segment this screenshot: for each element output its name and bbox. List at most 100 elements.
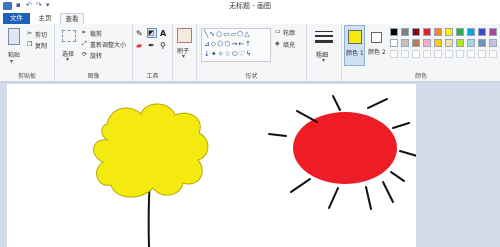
- palette-swatch[interactable]: [423, 28, 431, 36]
- tools-group: ✎ ◩ A ▰ ✒ ⚲ 工具: [133, 24, 173, 82]
- color2-swatch: [371, 32, 382, 43]
- palette-swatch[interactable]: [489, 50, 497, 58]
- palette-swatch[interactable]: [445, 39, 453, 47]
- brushes-group: 刷子 ▾: [173, 24, 197, 82]
- shapes-group-label: 形状: [245, 73, 258, 80]
- select-dropdown-icon[interactable]: ▾: [66, 56, 69, 63]
- palette-swatch[interactable]: [489, 28, 497, 36]
- palette-swatch[interactable]: [489, 39, 497, 47]
- paste-dropdown-icon[interactable]: ▾: [10, 58, 13, 65]
- color2-selector[interactable]: 颜色 2: [367, 25, 388, 66]
- tab-view[interactable]: 查看: [60, 13, 84, 24]
- outline-button[interactable]: 轮廓: [283, 28, 295, 37]
- red-sun: [293, 112, 397, 184]
- sun-ray-8: [365, 186, 372, 210]
- fill-bucket-icon[interactable]: ◩: [147, 28, 157, 38]
- palette-swatch[interactable]: [467, 50, 475, 58]
- shape-row-3-icons[interactable]: ↓✦✧☆⬭♡ϟ: [204, 50, 252, 59]
- copy-button[interactable]: 复制: [35, 41, 47, 50]
- sun-ray-1: [296, 110, 318, 123]
- image-group-label: 图像: [87, 73, 100, 80]
- select-icon[interactable]: [62, 30, 76, 42]
- drawing-canvas[interactable]: [7, 84, 418, 247]
- palette-swatch[interactable]: [434, 39, 442, 47]
- title-bar: ▪ ↶ ↷ ▾ 无标题 - 画图: [0, 0, 500, 12]
- rotate-button[interactable]: 旋转: [90, 51, 102, 60]
- palette-swatch[interactable]: [434, 28, 442, 36]
- shapes-gallery[interactable]: ╲∿○▭▱⬡△ ⊿◇⬠⬡→←↑ ↓✦✧☆⬭♡ϟ: [201, 28, 271, 62]
- size-dropdown-icon[interactable]: ▾: [322, 57, 325, 64]
- tab-file[interactable]: 文件: [3, 13, 30, 24]
- image-group: 选择 ▾ ⌗ 裁剪 ⤢ 重新调整大小 ⟳ 旋转 图像: [55, 24, 133, 82]
- colors-group-label: 颜色: [414, 73, 427, 80]
- sun-ray-11: [268, 133, 287, 137]
- size-group: 粗细 ▾: [307, 24, 342, 82]
- size-icon[interactable]: [315, 30, 333, 46]
- color2-label: 颜色 2: [368, 49, 386, 56]
- cut-icon[interactable]: ✂: [27, 30, 32, 37]
- palette-swatch[interactable]: [456, 39, 464, 47]
- colors-group: 颜色 1 颜色 2 颜色: [342, 24, 500, 82]
- palette-swatch[interactable]: [401, 28, 409, 36]
- sun-ray-5: [399, 150, 418, 157]
- sun-ray-4: [392, 122, 410, 129]
- palette-swatch[interactable]: [445, 28, 453, 36]
- copy-icon[interactable]: ❐: [27, 41, 32, 48]
- palette-swatch[interactable]: [456, 50, 464, 58]
- brushes-dropdown-icon[interactable]: ▾: [182, 53, 185, 60]
- clipboard-group-label: 剪贴板: [17, 73, 36, 80]
- palette-swatch[interactable]: [423, 50, 431, 58]
- palette-swatch[interactable]: [401, 50, 409, 58]
- color1-selector[interactable]: 颜色 1: [344, 25, 365, 66]
- outline-icon[interactable]: ▭: [275, 28, 281, 35]
- color1-swatch: [348, 30, 362, 44]
- sun-ray-6: [390, 171, 405, 182]
- shapes-group: ╲∿○▭▱⬡△ ⊿◇⬠⬡→←↑ ↓✦✧☆⬭♡ϟ ▭ 轮廓 ◈ 填充 形状: [197, 24, 307, 82]
- palette-swatch[interactable]: [467, 39, 475, 47]
- resize-button[interactable]: 重新调整大小: [90, 40, 126, 49]
- palette-swatch[interactable]: [445, 50, 453, 58]
- fill-button[interactable]: 填充: [283, 40, 295, 49]
- yellow-flower-blob: [93, 103, 209, 198]
- resize-icon[interactable]: ⤢: [82, 40, 87, 48]
- ribbon-tabs: 文件 主页 查看: [0, 12, 500, 24]
- sun-ray-2: [332, 95, 341, 111]
- palette-swatch[interactable]: [412, 50, 420, 58]
- palette-swatch[interactable]: [478, 50, 486, 58]
- fill-icon[interactable]: ◈: [275, 40, 280, 47]
- sun-ray-7: [382, 181, 394, 203]
- tab-home[interactable]: 主页: [32, 13, 58, 24]
- cut-button[interactable]: 剪切: [35, 30, 47, 39]
- palette-swatch[interactable]: [456, 28, 464, 36]
- palette-swatch[interactable]: [401, 39, 409, 47]
- crop-button[interactable]: 裁剪: [90, 29, 102, 38]
- canvas-area: [0, 83, 500, 247]
- shape-row-1-icons[interactable]: ╲∿○▭▱⬡△: [204, 30, 251, 38]
- palette-swatch[interactable]: [478, 39, 486, 47]
- color-picker-icon[interactable]: ✒: [148, 41, 156, 50]
- color1-label: 颜色 1: [346, 50, 364, 57]
- palette-swatch[interactable]: [467, 28, 475, 36]
- palette-swatch[interactable]: [390, 28, 398, 36]
- palette-swatch[interactable]: [423, 39, 431, 47]
- ribbon: 粘贴 ▾ ✂ 剪切 ❐ 复制 剪贴板 选择 ▾ ⌗ 裁剪 ⤢ 重新调整大小 ⟳ …: [0, 24, 500, 82]
- palette-swatch[interactable]: [390, 50, 398, 58]
- eraser-icon[interactable]: ▰: [136, 41, 144, 50]
- magnifier-icon[interactable]: ⚲: [160, 41, 168, 50]
- palette-swatch[interactable]: [412, 39, 420, 47]
- rotate-icon[interactable]: ⟳: [82, 51, 87, 58]
- clipboard-group: 粘贴 ▾ ✂ 剪切 ❐ 复制 剪贴板: [0, 24, 55, 82]
- palette-swatch[interactable]: [478, 28, 486, 36]
- tools-group-label: 工具: [146, 73, 159, 80]
- palette-swatch[interactable]: [434, 50, 442, 58]
- paste-icon[interactable]: [8, 28, 20, 45]
- canvas-drawing: [93, 95, 418, 247]
- shape-row-2-icons[interactable]: ⊿◇⬠⬡→←↑: [204, 40, 252, 48]
- palette-swatch[interactable]: [412, 28, 420, 36]
- crop-icon[interactable]: ⌗: [82, 29, 85, 37]
- window-title: 无标题 - 画图: [229, 2, 271, 10]
- text-icon[interactable]: A: [160, 29, 168, 38]
- palette-swatch[interactable]: [390, 39, 398, 47]
- brushes-icon[interactable]: [177, 28, 192, 43]
- pencil-icon[interactable]: ✎: [136, 29, 144, 38]
